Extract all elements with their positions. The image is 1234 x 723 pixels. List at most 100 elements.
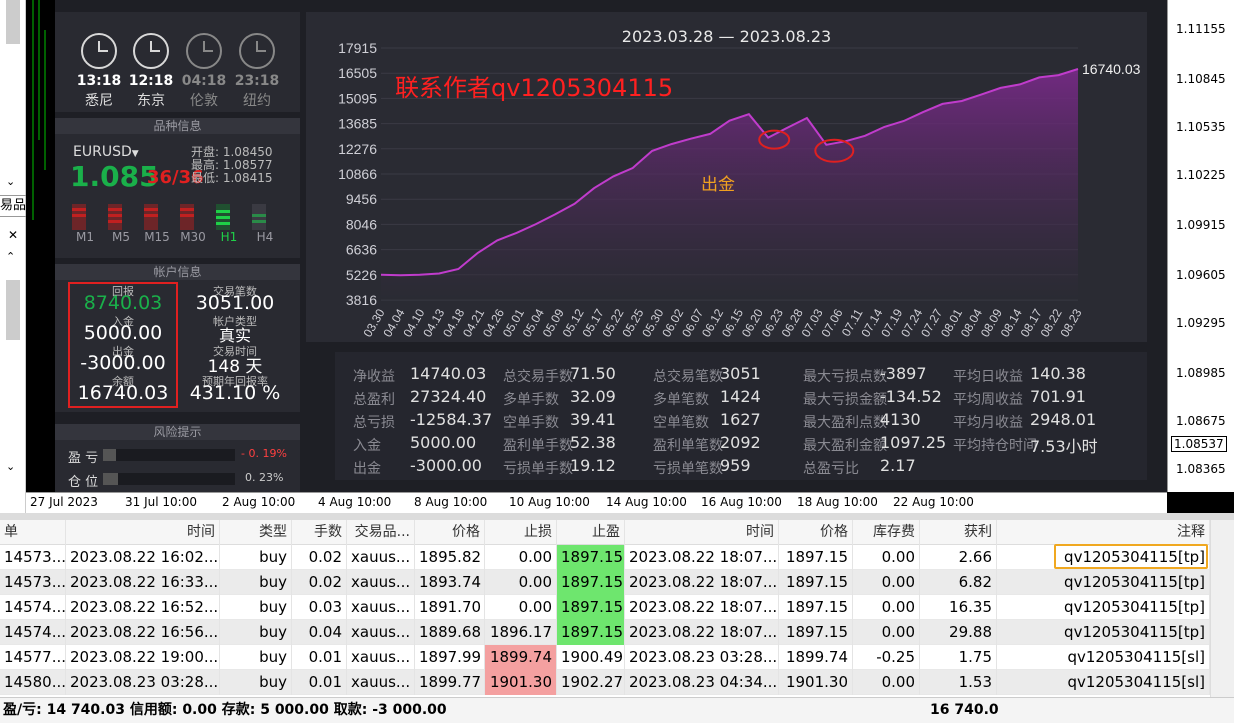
stat-value: 52.38 (570, 433, 616, 452)
column-header[interactable]: 价格 (415, 520, 485, 545)
timeframe-m15[interactable]: M15 (142, 230, 172, 244)
table-header: 单时间 类型 手数 交易品... 价格 止损 止盈 时间 价格 库存费 获利 注释 (0, 520, 1210, 545)
table-cell: buy (220, 620, 292, 645)
stat-label: 空单笔数 (653, 415, 709, 431)
risk-pnl-bar (103, 449, 235, 461)
stat-label: 出金 (353, 461, 381, 477)
stat-label: 亏损单手数 (503, 461, 573, 477)
y-tick-label: 16505 (338, 65, 377, 81)
return-value: 8740.03 (83, 292, 163, 314)
table-cell: 1897.15 (779, 620, 853, 645)
stat-value: 14740.03 (410, 364, 487, 383)
table-row[interactable]: 14574... 2023.08.22 16:52... buy 0.03 xauus.… (0, 595, 1210, 620)
stat-value: 701.91 (1030, 387, 1086, 406)
stat-value: -12584.37 (410, 410, 493, 429)
stat-label: 净收益 (353, 369, 395, 385)
table-cell: 1895.82 (415, 545, 485, 570)
table-cell: 2023.08.22 18:07... (625, 570, 779, 595)
table-scrollbar[interactable] (1210, 520, 1234, 697)
table-cell: 0.04 (292, 620, 347, 645)
table-cell: 14574... (0, 620, 66, 645)
timeframe-m1[interactable]: M1 (70, 230, 100, 244)
y-tick-label: 3816 (346, 292, 377, 308)
price-label: 1.09915 (1176, 218, 1226, 232)
stat-label: 平均月收益 (953, 415, 1023, 431)
section-title: 风险提示 (55, 424, 300, 440)
stat-value: 27324.40 (410, 387, 487, 406)
table-cell: 2023.08.22 18:07... (625, 620, 779, 645)
close-icon[interactable]: ✕ (8, 228, 18, 242)
column-header[interactable]: 手数 (292, 520, 347, 545)
column-header[interactable]: 库存费 (853, 520, 920, 545)
table-cell: 2023.08.22 18:07... (625, 545, 779, 570)
stat-value: 140.38 (1030, 364, 1086, 383)
timeframe-h4[interactable]: H4 (250, 230, 280, 244)
timeframe-m5[interactable]: M5 (106, 230, 136, 244)
stat-value: -134.52 (880, 387, 942, 406)
table-cell: buy (220, 645, 292, 670)
table-cell: 2023.08.22 16:52... (66, 595, 220, 620)
current-price-label: 1.08537 (1171, 436, 1227, 452)
timeframe-h1[interactable]: H1 (214, 230, 244, 244)
column-header[interactable]: 价格 (779, 520, 853, 545)
splitter[interactable] (0, 513, 1234, 520)
table-cell: 1897.15 (557, 570, 625, 595)
chevron-down-icon[interactable]: ⌄ (6, 175, 15, 188)
table-row[interactable]: 14580... 2023.08.23 03:28... buy 0.01 xauus.… (0, 670, 1210, 695)
table-cell: 14573... (0, 545, 66, 570)
risk-position-fill (103, 473, 119, 485)
column-header[interactable]: 时间 (625, 520, 779, 545)
ea-dashboard: 13:18 12:18 04:18 23:18 悉尼 东京 伦敦 纽约 品种信息… (55, 0, 1167, 492)
table-cell: xauus... (347, 670, 415, 695)
clock-city: 伦敦 (190, 93, 218, 109)
table-cell: 2023.08.23 04:34... (625, 670, 779, 695)
navigator-tab[interactable]: 易品 (0, 195, 26, 217)
table-cell: 1.75 (920, 645, 997, 670)
scrollbar-thumb[interactable] (6, 0, 20, 44)
table-row[interactable]: 14573... 2023.08.22 16:33... buy 0.02 xauus.… (0, 570, 1210, 595)
stat-value: 7.53小时 (1030, 437, 1098, 456)
table-cell: 1899.77 (415, 670, 485, 695)
table-cell: qv1205304115[tp] (997, 620, 1210, 645)
column-header[interactable]: 时间 (66, 520, 220, 545)
risk-position-bar (103, 473, 235, 485)
column-header[interactable]: 获利 (920, 520, 997, 545)
table-cell: 1899.74 (779, 645, 853, 670)
y-tick-label: 8046 (346, 216, 377, 232)
stat-label: 盈利单笔数 (653, 438, 723, 454)
table-row[interactable]: 14573... 2023.08.22 16:02... buy 0.02 xauus.… (0, 545, 1210, 570)
table-cell: 2023.08.22 16:02... (66, 545, 220, 570)
balance-value: 16740.03 (77, 382, 169, 404)
price-label: 1.08985 (1176, 366, 1226, 380)
y-tick-label: 6636 (346, 242, 377, 258)
price-label: 1.10535 (1176, 120, 1226, 134)
stat-value: 1097.25 (880, 433, 947, 452)
table-cell: 1901.30 (485, 670, 557, 695)
column-header[interactable]: 单 (0, 520, 66, 545)
symbol-name[interactable]: EURUSD▼ (73, 144, 139, 160)
column-header[interactable]: 交易品... (347, 520, 415, 545)
table-cell: 1899.74 (485, 645, 557, 670)
table-cell: 1897.15 (779, 595, 853, 620)
column-header[interactable]: 止损 (485, 520, 557, 545)
price-label: 1.11155 (1176, 22, 1226, 36)
withdraw-value: -3000.00 (80, 352, 166, 374)
caret-down-icon: ▼ (131, 149, 139, 159)
column-header[interactable]: 类型 (220, 520, 292, 545)
time-label: 4 Aug 10:00 (318, 495, 392, 509)
table-cell: 0.01 (292, 670, 347, 695)
stat-label: 最大亏损点数 (803, 369, 887, 385)
time-label: 18 Aug 10:00 (797, 495, 878, 509)
table-row[interactable]: 14577... 2023.08.22 19:00... buy 0.01 xauus.… (0, 645, 1210, 670)
chevron-down-icon[interactable]: ⌄ (6, 460, 15, 473)
stat-label: 入金 (353, 438, 381, 454)
chevron-up-icon[interactable]: ⌃ (6, 250, 15, 263)
column-header[interactable]: 止盈 (557, 520, 625, 545)
table-cell: -0.25 (853, 645, 920, 670)
stat-value: 2092 (720, 433, 761, 452)
table-row[interactable]: 14574... 2023.08.22 16:56... buy 0.04 xauus.… (0, 620, 1210, 645)
scrollbar-thumb[interactable] (6, 280, 20, 340)
timeframe-m30[interactable]: M30 (178, 230, 208, 244)
column-header[interactable]: 注释 (997, 520, 1210, 545)
table-cell: 1897.15 (557, 620, 625, 645)
